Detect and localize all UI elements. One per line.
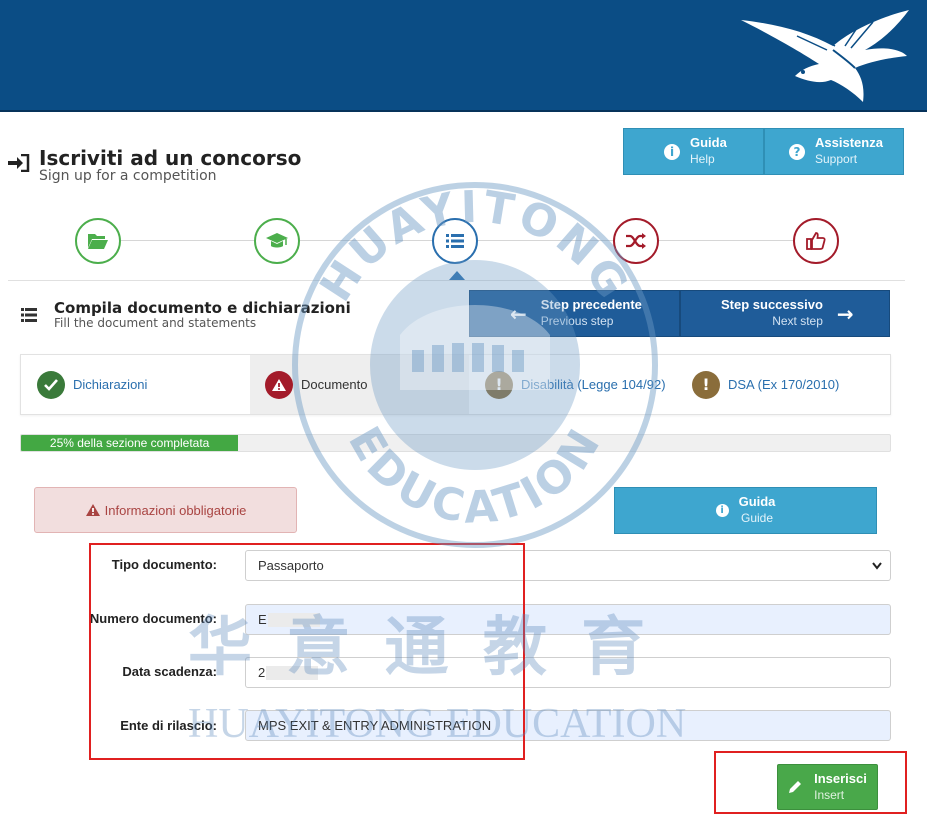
subtab-label: Documento: [301, 377, 368, 392]
chevron-down-icon: [872, 562, 882, 570]
list-icon: [21, 308, 37, 322]
guide-button-label: Guida: [738, 494, 776, 509]
step-4-shuffle[interactable]: [613, 218, 659, 264]
guide-button-sublabel: Guide: [740, 511, 774, 525]
arrow-right-icon: →: [836, 301, 854, 326]
section-divider: [8, 280, 905, 281]
step-5-confirm[interactable]: [793, 218, 839, 264]
warning-icon: [265, 370, 293, 399]
subtab-dsa[interactable]: ! DSA (Ex 170/2010): [692, 355, 888, 414]
help-button[interactable]: i Guida Help: [623, 128, 764, 175]
shuffle-icon: [626, 233, 646, 249]
next-step-label: Step successivo: [721, 297, 823, 312]
form-highlight-box: [89, 543, 525, 760]
subtab-disability[interactable]: ! Disabilità (Legge 104/92): [485, 355, 685, 414]
support-button-label: Assistenza: [815, 135, 883, 150]
exclamation-icon: !: [485, 370, 513, 399]
sub-tabs: Dichiarazioni Documento ! Disabilità (Le…: [20, 354, 891, 415]
eagle-logo-icon: [741, 10, 909, 102]
warning-icon: [85, 504, 100, 516]
previous-step-label: Step precedente: [540, 297, 642, 312]
page-title: Iscriviti ad un concorso: [39, 146, 302, 170]
previous-step-sublabel: Previous step: [540, 314, 614, 328]
section-subtitle: Fill the document and statements: [54, 316, 257, 330]
arrow-left-icon: ←: [510, 301, 527, 326]
guide-button[interactable]: i Guida Guide: [614, 487, 877, 534]
help-button-sublabel: Help: [690, 152, 715, 166]
subtab-label: Disabilità (Legge 104/92): [521, 377, 666, 392]
current-step-caret: [449, 271, 465, 280]
previous-step-button[interactable]: ← Step precedente Previous step: [469, 290, 680, 337]
support-button[interactable]: ? Assistenza Support: [764, 128, 904, 175]
info-icon: i: [664, 143, 680, 160]
step-3-documents[interactable]: [432, 218, 478, 264]
subtab-label: Dichiarazioni: [73, 377, 148, 392]
step-2-education[interactable]: [254, 218, 300, 264]
info-icon: i: [715, 504, 729, 517]
help-button-label: Guida: [690, 135, 727, 150]
exclamation-icon: !: [692, 370, 720, 399]
section-title: Compila documento e dichiarazioni: [54, 299, 351, 317]
subtab-declarations[interactable]: Dichiarazioni: [37, 355, 249, 414]
page-subtitle: Sign up for a competition: [39, 168, 217, 184]
sign-in-icon: [8, 154, 30, 172]
folder-open-icon: [88, 234, 108, 249]
insert-highlight-box: [714, 751, 907, 814]
progress-fill: 25% della sezione completata: [21, 435, 239, 451]
support-button-sublabel: Support: [815, 152, 858, 166]
thumbs-up-icon: [806, 232, 826, 250]
subtab-document[interactable]: Documento: [250, 355, 469, 414]
list-icon: [446, 234, 464, 248]
section-progress-bar: 25% della sezione completata: [20, 434, 891, 452]
step-1-folder[interactable]: [75, 218, 121, 264]
question-icon: ?: [789, 143, 805, 160]
alert-label: Informazioni obbligatorie: [104, 502, 247, 518]
app-header: [0, 0, 927, 112]
graduation-cap-icon: [266, 233, 288, 248]
mandatory-info-alert: Informazioni obbligatorie: [34, 487, 297, 533]
next-step-button[interactable]: Step successivo Next step →: [680, 290, 890, 337]
next-step-sublabel: Next step: [772, 314, 823, 328]
subtab-label: DSA (Ex 170/2010): [728, 377, 840, 392]
check-icon: [37, 370, 65, 399]
